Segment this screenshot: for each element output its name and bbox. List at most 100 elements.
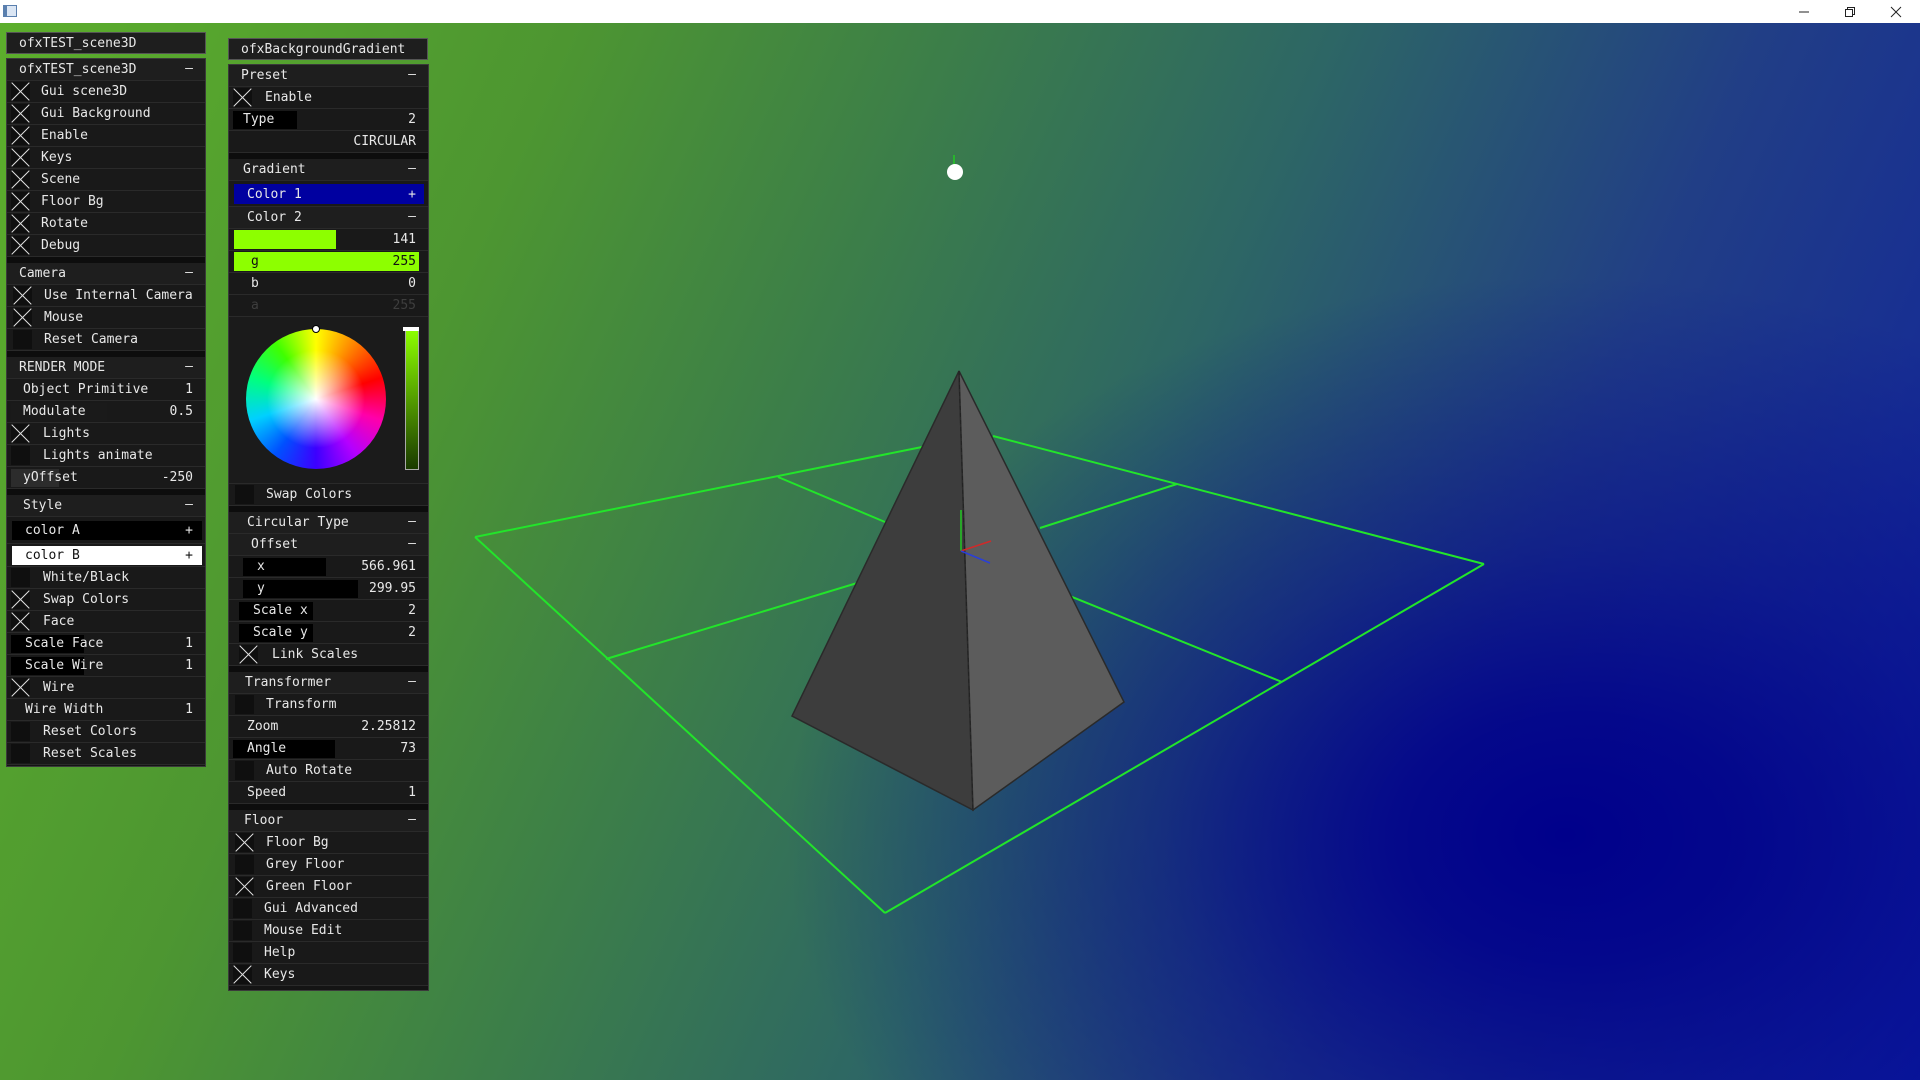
offset-group-header[interactable]: Offset –	[229, 534, 428, 556]
color1-picker[interactable]: Color 1 +	[229, 181, 428, 207]
reset-camera-toggle[interactable]: Reset Camera	[7, 329, 205, 351]
preset-group-header[interactable]: Preset –	[229, 65, 428, 87]
grey-floor-checkbox[interactable]	[235, 855, 254, 874]
scene-panel-title[interactable]: ofxTEST_scene3D	[6, 32, 206, 54]
circular-type-header[interactable]: Circular Type –	[229, 512, 428, 534]
swap-colors-checkbox[interactable]	[235, 485, 254, 504]
reset-colors-checkbox[interactable]	[11, 722, 30, 741]
zoom-slider[interactable]: Zoom 2.25812	[229, 716, 428, 738]
scale-x-slider[interactable]: Scale x 2	[229, 600, 428, 622]
b-slider[interactable]: b 0	[229, 273, 428, 295]
camera-group-header[interactable]: Camera –	[7, 263, 205, 285]
debug-toggle[interactable]: Debug	[7, 235, 205, 257]
use-internal-camera-checkbox[interactable]	[13, 286, 32, 305]
reset-scales-button[interactable]: Reset Scales	[7, 743, 205, 765]
grey-floor-toggle[interactable]: Grey Floor	[229, 854, 428, 876]
mouse-checkbox[interactable]	[13, 308, 32, 327]
enable-checkbox[interactable]	[11, 126, 30, 145]
offset-x-slider[interactable]: x 566.961	[229, 556, 428, 578]
help-toggle[interactable]: Help	[229, 942, 428, 964]
keys-toggle[interactable]: Keys	[229, 964, 428, 986]
wire-width-slider[interactable]: Wire Width 1	[7, 699, 205, 721]
type-slider[interactable]: Type 2	[229, 109, 428, 131]
gui-scene3d-toggle[interactable]: Gui scene3D	[7, 81, 205, 103]
white-black-toggle[interactable]: White/Black	[7, 567, 205, 589]
floor-group-header[interactable]: Floor –	[229, 810, 428, 832]
reset-colors-button[interactable]: Reset Colors	[7, 721, 205, 743]
color-a-picker[interactable]: color A +	[7, 517, 205, 544]
keys-checkbox[interactable]	[233, 965, 252, 984]
help-checkbox[interactable]	[233, 943, 252, 962]
mouse-edit-toggle[interactable]: Mouse Edit	[229, 920, 428, 942]
enable-toggle[interactable]: Enable	[7, 125, 205, 147]
speed-slider[interactable]: Speed 1	[229, 782, 428, 804]
scale-face-slider[interactable]: Scale Face 1	[7, 633, 205, 655]
style-group-header[interactable]: Style –	[7, 495, 205, 517]
bg-panel-title[interactable]: ofxBackgroundGradient	[228, 38, 428, 60]
lights-animate-toggle[interactable]: Lights animate	[7, 445, 205, 467]
lights-animate-checkbox[interactable]	[11, 446, 30, 465]
transform-toggle[interactable]: Transform	[229, 694, 428, 716]
floor-bg-toggle[interactable]: Floor Bg	[7, 191, 205, 213]
color-wheel[interactable]	[246, 329, 386, 469]
render-mode-header[interactable]: RENDER MODE –	[7, 357, 205, 379]
keys-toggle[interactable]: Keys	[7, 147, 205, 169]
restore-button[interactable]	[1827, 0, 1873, 23]
object-primitive-slider[interactable]: Object Primitive 1	[7, 379, 205, 401]
scene-group-header[interactable]: ofxTEST_scene3D –	[7, 59, 205, 81]
use-internal-camera-toggle[interactable]: Use Internal Camera	[7, 285, 205, 307]
reset-scales-checkbox[interactable]	[11, 744, 30, 763]
mouse-toggle[interactable]: Mouse	[7, 307, 205, 329]
gui-advanced-checkbox[interactable]	[233, 899, 252, 918]
lights-toggle[interactable]: Lights	[7, 423, 205, 445]
modulate-slider[interactable]: Modulate 0.5	[7, 401, 205, 423]
color-wheel-handle[interactable]	[312, 325, 320, 333]
offset-y-slider[interactable]: y 299.95	[229, 578, 428, 600]
wire-checkbox[interactable]	[11, 678, 30, 697]
yoffset-slider[interactable]: yOffset -250	[7, 467, 205, 489]
scale-y-slider[interactable]: Scale y 2	[229, 622, 428, 644]
keys-checkbox[interactable]	[11, 148, 30, 167]
swap-colors-checkbox[interactable]	[11, 590, 30, 609]
rotate-checkbox[interactable]	[11, 214, 30, 233]
scale-wire-slider[interactable]: Scale Wire 1	[7, 655, 205, 677]
brightness-slider[interactable]	[405, 329, 419, 470]
link-scales-checkbox[interactable]	[239, 645, 258, 664]
gui-advanced-toggle[interactable]: Gui Advanced	[229, 898, 428, 920]
transform-checkbox[interactable]	[235, 695, 254, 714]
reset-camera-checkbox[interactable]	[13, 330, 32, 349]
r-slider[interactable]: r 141	[229, 229, 428, 251]
color2-group-header[interactable]: Color 2 –	[229, 207, 428, 229]
face-checkbox[interactable]	[11, 612, 30, 631]
swap-colors-toggle[interactable]: Swap Colors	[229, 484, 428, 506]
gradient-group-header[interactable]: Gradient –	[229, 159, 428, 181]
enable-checkbox[interactable]	[233, 88, 252, 107]
scene-checkbox[interactable]	[11, 170, 30, 189]
close-button[interactable]	[1873, 0, 1919, 23]
brightness-handle[interactable]	[403, 327, 419, 331]
green-floor-toggle[interactable]: Green Floor	[229, 876, 428, 898]
color-wheel-area[interactable]	[229, 317, 428, 484]
light-point-icon[interactable]	[947, 155, 963, 180]
floor-bg-toggle[interactable]: Floor Bg	[229, 832, 428, 854]
white-black-checkbox[interactable]	[11, 568, 30, 587]
swap-colors-toggle[interactable]: Swap Colors	[7, 589, 205, 611]
enable-toggle[interactable]: Enable	[229, 87, 428, 109]
wire-toggle[interactable]: Wire	[7, 677, 205, 699]
minimize-button[interactable]	[1781, 0, 1827, 23]
g-slider[interactable]: g 255	[229, 251, 428, 273]
color-b-picker[interactable]: color B +	[7, 544, 205, 567]
gui-scene3d-checkbox[interactable]	[11, 82, 30, 101]
floor-bg-checkbox[interactable]	[11, 192, 30, 211]
auto-rotate-checkbox[interactable]	[235, 761, 254, 780]
angle-slider[interactable]: Angle 73	[229, 738, 428, 760]
gui-background-checkbox[interactable]	[11, 104, 30, 123]
face-toggle[interactable]: Face	[7, 611, 205, 633]
debug-checkbox[interactable]	[11, 236, 30, 255]
green-floor-checkbox[interactable]	[235, 877, 254, 896]
lights-checkbox[interactable]	[11, 424, 30, 443]
rotate-toggle[interactable]: Rotate	[7, 213, 205, 235]
transformer-header[interactable]: Transformer –	[229, 672, 428, 694]
auto-rotate-toggle[interactable]: Auto Rotate	[229, 760, 428, 782]
gui-background-toggle[interactable]: Gui Background	[7, 103, 205, 125]
